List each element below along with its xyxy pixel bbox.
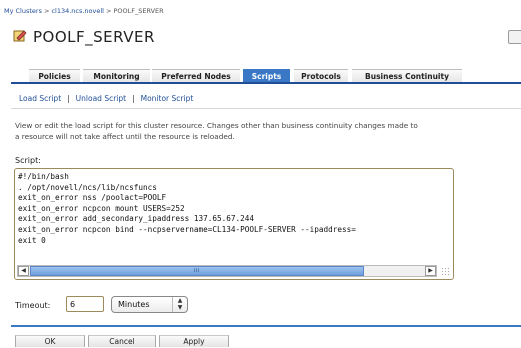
tab-policies[interactable]: Policies	[29, 69, 80, 82]
load-script-link[interactable]: Load Script	[19, 94, 61, 103]
script-line: . /opt/novell/ncs/lib/ncsfuncs	[18, 182, 157, 192]
timeout-input[interactable]	[66, 296, 104, 312]
script-subnav: Load Script | Unload Script | Monitor Script	[19, 94, 193, 103]
resource-icon	[13, 30, 27, 42]
resize-grip-icon[interactable]	[441, 267, 451, 277]
scrollbar-grip: III	[194, 268, 200, 274]
tab-scripts[interactable]: Scripts	[243, 69, 290, 82]
breadcrumb-current: POOLF_SERVER	[113, 7, 164, 15]
breadcrumb-separator: >	[106, 7, 112, 15]
subnav-divider	[11, 108, 521, 109]
description-line-2: a resource will not take affect until th…	[15, 132, 235, 141]
breadcrumb-link-clusters[interactable]: My Clusters	[4, 7, 42, 15]
footer-divider	[11, 325, 521, 327]
tabs-divider	[11, 82, 521, 84]
timeout-unit-value: Minutes	[118, 300, 150, 309]
ok-button[interactable]: OK	[15, 335, 85, 347]
breadcrumb: My Clusters > cl134.ncs.novell > POOLF_SERVE…	[4, 7, 164, 15]
timeout-unit-select[interactable]: Minutes ▲ ▼	[111, 296, 188, 313]
edge-button[interactable]	[508, 30, 521, 44]
script-line: #!/bin/bash	[18, 172, 69, 181]
timeout-label: Timeout:	[15, 301, 51, 310]
script-text[interactable]: #!/bin/bash. /opt/novell/ncs/lib/ncsfunc…	[18, 172, 356, 246]
select-arrows-icon: ▲ ▼	[172, 297, 187, 312]
scrollbar-thumb[interactable]: III	[30, 266, 364, 276]
script-line: exit_on_error nss /poolact=POOLF	[18, 193, 167, 203]
unload-script-link[interactable]: Unload Script	[76, 94, 126, 103]
scroll-right-icon[interactable]: ▶	[425, 266, 436, 276]
description-line-1: View or edit the load script for this cl…	[15, 121, 418, 130]
breadcrumb-link-cluster[interactable]: cl134.ncs.novell	[51, 7, 104, 15]
script-label: Script:	[15, 156, 41, 165]
tab-business-continuity[interactable]: Business Continuity	[352, 69, 462, 82]
tab-protocols[interactable]: Protocols	[294, 69, 348, 82]
script-line: exit_on_error add_secondary_ipaddress 13…	[18, 214, 255, 224]
breadcrumb-separator: >	[43, 7, 50, 15]
subnav-separator: |	[67, 94, 70, 103]
apply-button[interactable]: Apply	[159, 335, 229, 347]
page-title: POOLF_SERVER	[33, 28, 155, 46]
monitor-script-link[interactable]: Monitor Script	[141, 94, 194, 103]
tab-monitoring[interactable]: Monitoring	[83, 69, 150, 82]
tab-preferred-nodes[interactable]: Preferred Nodes	[152, 69, 240, 82]
script-editor[interactable]: #!/bin/bash. /opt/novell/ncs/lib/ncsfunc…	[14, 168, 454, 280]
cancel-button[interactable]: Cancel	[88, 335, 156, 347]
scroll-left-icon[interactable]: ◀	[18, 266, 29, 276]
subnav-separator: |	[132, 94, 135, 103]
horizontal-scrollbar[interactable]: ◀ III ▶	[17, 265, 437, 277]
script-line: exit_on_error ncpcon bind --ncpservernam…	[18, 224, 356, 234]
script-line: exit_on_error ncpcon mount USERS=252	[18, 203, 185, 213]
description: View or edit the load script for this cl…	[15, 120, 521, 142]
script-line: exit 0	[18, 235, 46, 245]
